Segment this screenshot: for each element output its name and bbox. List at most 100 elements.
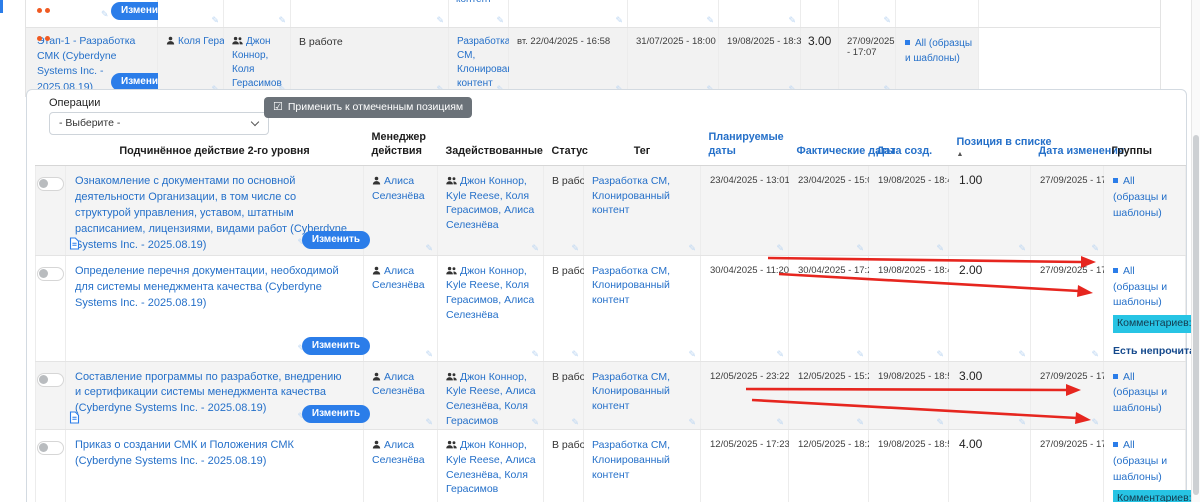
header-sub-action: Подчинённое действие 2-го уровня xyxy=(66,130,364,166)
row-actual-cell: 12/05/2025 - 18:25 ✎ xyxy=(789,430,869,502)
stage-actual-cell: 31/07/2025 - 18:00 ✎ xyxy=(628,28,719,97)
header-created[interactable]: Дата созд. xyxy=(869,130,949,166)
edit-pencil-icon[interactable]: ✎ xyxy=(571,350,579,359)
edit-pencil-icon[interactable]: ✎ xyxy=(571,244,579,253)
row-modified-cell: 27/09/2025 - 17:08 ✎ xyxy=(1031,166,1104,256)
header-tag: Тег xyxy=(584,130,701,166)
edit-button[interactable]: Изменить xyxy=(302,231,370,249)
edit-pencil-icon[interactable]: ✎ xyxy=(883,16,891,25)
tag-link[interactable]: контент xyxy=(456,0,492,5)
involved-link[interactable]: Джон Коннор, Kyle Reese, Коля Герасимов,… xyxy=(446,175,534,231)
edit-pencil-icon[interactable]: ✎ xyxy=(278,16,286,25)
edit-pencil-icon[interactable]: ✎ xyxy=(776,418,784,427)
edit-pencil-icon[interactable]: ✎ xyxy=(688,244,696,253)
edit-pencil-icon[interactable]: ✎ xyxy=(856,418,864,427)
edit-pencil-icon[interactable]: ✎ xyxy=(776,350,784,359)
row-toggle-cell xyxy=(36,430,66,502)
tag-link[interactable]: Разработка СМ, Клонированный контент xyxy=(585,363,699,414)
edit-button[interactable]: Изменить xyxy=(302,337,370,355)
modified-date: 27/09/2025 - 17:08 xyxy=(1032,363,1102,382)
group-link[interactable]: All (образцы и шаблоны) xyxy=(905,38,972,64)
row-toggle[interactable] xyxy=(37,373,64,387)
partial-cell: ✎ xyxy=(224,0,291,28)
apply-to-marked-button[interactable]: ☑Применить к отмеченным позициям xyxy=(264,97,472,118)
row-title-cell: Составление программы по разработке, вне… xyxy=(66,361,364,430)
people-icon xyxy=(446,440,457,449)
planned-date: 30/04/2025 - 11:20 xyxy=(702,257,787,276)
partial-cell: ✎ xyxy=(509,0,628,28)
table-row: Приказ о создании СМК и Положения СМК (C… xyxy=(36,430,1186,502)
tag-link[interactable]: Разработка СМ, Клонированный контент xyxy=(450,29,507,91)
comments-count-badge[interactable]: Комментариев:2 xyxy=(1113,315,1200,333)
edit-pencil-icon[interactable]: ✎ xyxy=(688,350,696,359)
edit-pencil-icon[interactable]: ✎ xyxy=(856,350,864,359)
edit-pencil-icon[interactable]: ✎ xyxy=(776,244,784,253)
drag-dots-icon[interactable] xyxy=(37,8,53,13)
edit-pencil-icon[interactable]: ✎ xyxy=(1018,418,1026,427)
row-toggle[interactable] xyxy=(37,267,64,281)
involved-link[interactable]: Джон Коннор, Kyle Reese, Коля Герасимов,… xyxy=(446,265,534,321)
partial-cell: ✎ xyxy=(158,0,224,28)
edit-pencil-icon[interactable]: ✎ xyxy=(936,244,944,253)
group-link[interactable]: All (образцы и шаблоны) xyxy=(1113,175,1167,219)
action-title-link[interactable]: Определение перечня документации, необхо… xyxy=(67,257,362,312)
document-icon[interactable] xyxy=(69,237,80,250)
partial-cell: ✎ xyxy=(291,0,449,28)
tag-link[interactable]: Разработка СМ, Клонированный контент xyxy=(585,257,699,308)
page: ✎ Изменить ✎ ✎ ✎ контент ✎ ✎ ✎ ✎ ✎ xyxy=(0,0,1200,502)
actual-date: 12/05/2025 - 18:25 xyxy=(790,431,867,450)
edit-pencil-icon[interactable]: ✎ xyxy=(531,350,539,359)
edit-pencil-icon[interactable]: ✎ xyxy=(436,16,444,25)
edit-pencil-icon[interactable]: ✎ xyxy=(706,16,714,25)
edit-pencil-icon[interactable]: ✎ xyxy=(101,10,109,19)
row-created-cell: 19/08/2025 - 18:43 ✎ xyxy=(869,166,949,256)
comments-count-badge[interactable]: Комментариев:2 xyxy=(1113,490,1200,502)
edit-pencil-icon[interactable]: ✎ xyxy=(571,418,579,427)
tag-link[interactable]: Разработка СМ, Клонированный контент xyxy=(585,167,699,218)
row-groups-cell: All (образцы и шаблоны) Комментариев:2 Е… xyxy=(1104,430,1186,502)
header-position[interactable]: Позиция в списке ▲ xyxy=(949,130,1031,166)
edit-pencil-icon[interactable]: ✎ xyxy=(425,418,433,427)
edit-pencil-icon[interactable]: ✎ xyxy=(1091,418,1099,427)
position-value: 2.00 xyxy=(950,257,1029,277)
involved-link[interactable]: Джон Коннор, Kyle Reese, Алиса Селезнёва… xyxy=(446,439,536,495)
edit-button[interactable]: Изменить xyxy=(302,405,370,423)
group-link[interactable]: All (образцы и шаблоны) xyxy=(1113,371,1167,415)
edit-pencil-icon[interactable]: ✎ xyxy=(788,16,796,25)
unread-comments-label[interactable]: Есть непрочитанные xyxy=(1113,344,1180,360)
subactions-table: Подчинённое действие 2-го уровня Менедже… xyxy=(35,130,1186,502)
edit-pencil-icon[interactable]: ✎ xyxy=(425,350,433,359)
edit-pencil-icon[interactable]: ✎ xyxy=(615,16,623,25)
edit-pencil-icon[interactable]: ✎ xyxy=(1091,350,1099,359)
tag-link[interactable]: Разработка СМ, Клонированный контент xyxy=(585,431,699,482)
position-value: 4.00 xyxy=(950,431,1029,451)
document-icon[interactable] xyxy=(69,411,80,424)
involved-link[interactable]: Джон Коннор, Kyle Reese, Алиса Селезнёва… xyxy=(446,371,536,427)
edit-pencil-icon[interactable]: ✎ xyxy=(425,244,433,253)
edit-pencil-icon[interactable]: ✎ xyxy=(688,418,696,427)
modified-date: 27/09/2025 - 17:07 xyxy=(840,29,894,58)
row-toggle[interactable] xyxy=(37,441,64,455)
group-link[interactable]: All (образцы и шаблоны) xyxy=(1113,265,1167,309)
stage-groups-cell: All (образцы и шаблоны) xyxy=(896,28,979,97)
edit-pencil-icon[interactable]: ✎ xyxy=(1018,350,1026,359)
action-title-link[interactable]: Приказ о создании СМК и Положения СМК (C… xyxy=(67,431,362,470)
drag-dots-icon[interactable] xyxy=(37,36,53,87)
status-text: В работе xyxy=(292,29,447,50)
edit-pencil-icon[interactable]: ✎ xyxy=(936,418,944,427)
planned-date: 12/05/2025 - 23:22 xyxy=(702,363,787,382)
header-planned[interactable]: Планируемые даты xyxy=(701,130,789,166)
group-link[interactable]: All (образцы и шаблоны) xyxy=(1113,439,1167,483)
edit-pencil-icon[interactable]: ✎ xyxy=(1018,244,1026,253)
edit-pencil-icon[interactable]: ✎ xyxy=(531,418,539,427)
edit-pencil-icon[interactable]: ✎ xyxy=(496,16,504,25)
edit-pencil-icon[interactable]: ✎ xyxy=(1091,244,1099,253)
row-toggle[interactable] xyxy=(37,177,64,191)
edit-pencil-icon[interactable]: ✎ xyxy=(936,350,944,359)
header-groups: Группы xyxy=(1104,130,1186,166)
edit-pencil-icon[interactable]: ✎ xyxy=(211,16,219,25)
edit-pencil-icon[interactable]: ✎ xyxy=(856,244,864,253)
edit-pencil-icon[interactable]: ✎ xyxy=(531,244,539,253)
header-actual[interactable]: Фактические даты xyxy=(789,130,869,166)
scrollbar-thumb[interactable] xyxy=(1193,135,1199,495)
